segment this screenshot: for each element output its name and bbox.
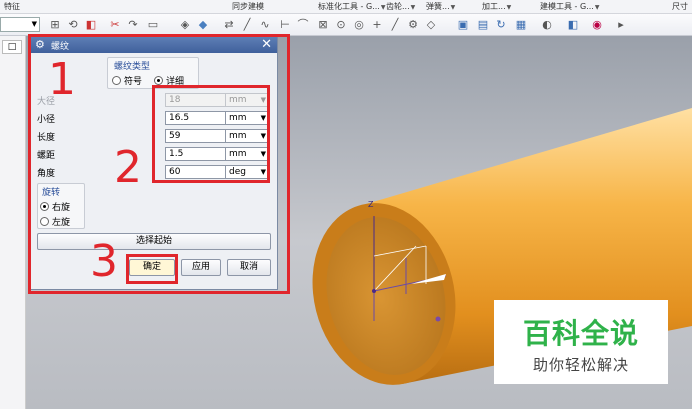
ribbon-label-standard-tools[interactable]: 标准化工具 - G...▼: [318, 1, 385, 12]
ribbon-label-gear[interactable]: 齿轮...▼: [386, 1, 415, 12]
block-icon[interactable]: ◆: [196, 18, 210, 32]
chevron-down-icon: ▼: [31, 20, 37, 28]
more-icon[interactable]: ▸: [614, 18, 628, 32]
boolean-icon[interactable]: ✂: [108, 18, 122, 32]
grid-icon[interactable]: ▦: [514, 18, 528, 32]
curve-icon[interactable]: ∿: [258, 18, 272, 32]
slash-icon[interactable]: ╱: [388, 18, 402, 32]
image-icon[interactable]: ▤: [476, 18, 490, 32]
toolbar-filter-dropdown[interactable]: ▼: [0, 17, 40, 32]
annotation-number-3: 3: [90, 236, 118, 287]
extrude-icon[interactable]: ⊞: [48, 18, 62, 32]
layer-icon[interactable]: ▣: [456, 18, 470, 32]
target-icon[interactable]: ◎: [352, 18, 366, 32]
annotation-number-1: 1: [48, 54, 76, 105]
plus-icon[interactable]: +: [370, 18, 384, 32]
left-resource-bar: □: [0, 36, 26, 409]
ribbon-label-dimension[interactable]: 尺寸: [672, 1, 688, 12]
render-icon[interactable]: ◐: [540, 18, 554, 32]
sync-move-icon[interactable]: ⇄: [222, 18, 236, 32]
hole-icon[interactable]: ◧: [84, 18, 98, 32]
gear-tool-icon[interactable]: ⚙: [406, 18, 420, 32]
watermark-subtitle: 助你轻松解决: [532, 356, 629, 374]
refresh-icon[interactable]: ↻: [494, 18, 508, 32]
ribbon-label-feature[interactable]: 特征: [4, 1, 20, 12]
toolbar: ▼ ⊞ ⟲ ◧ ✂ ↷ ▭ ◈ ◆ ⇄ ╱ ∿ ⊢ ⌒ ⊠ ⊙ ◎ + ╱ ⚙ …: [0, 14, 692, 36]
z-axis-label: Z: [368, 200, 374, 209]
watermark-logo: 百科全说 助你轻松解决: [494, 300, 668, 384]
ribbon-label-machining[interactable]: 加工...▼: [482, 1, 511, 12]
watermark-title: 百科全说: [522, 317, 639, 350]
annotation-ok-outline: [126, 254, 178, 284]
select-box-icon[interactable]: ▭: [146, 18, 160, 32]
view-icon[interactable]: ◇: [424, 18, 438, 32]
point-marker: [435, 316, 441, 322]
arc-icon[interactable]: ⌒: [296, 18, 310, 32]
trim-icon[interactable]: ⊢: [278, 18, 292, 32]
revolve-icon[interactable]: ⟲: [66, 18, 80, 32]
circle-icon[interactable]: ⊙: [334, 18, 348, 32]
origin-point: [372, 289, 376, 293]
shell-icon[interactable]: ◈: [178, 18, 192, 32]
annotation-params-outline: [152, 85, 270, 183]
annotation-number-2: 2: [114, 142, 142, 193]
navigator-tab[interactable]: □: [2, 40, 22, 54]
cube-icon[interactable]: ◧: [566, 18, 580, 32]
pattern-icon[interactable]: ⊠: [316, 18, 330, 32]
ribbon-label-sync-modeling[interactable]: 同步建模: [232, 1, 264, 12]
line-icon[interactable]: ╱: [240, 18, 254, 32]
ribbon-label-spring[interactable]: 弹簧...▼: [426, 1, 455, 12]
blend-icon[interactable]: ↷: [126, 18, 140, 32]
ribbon-label-modeling-tools[interactable]: 建模工具 - G...▼: [540, 1, 599, 12]
ribbon-group-labels: 特征 同步建模 标准化工具 - G...▼ 齿轮...▼ 弹簧...▼ 加工..…: [0, 0, 692, 14]
color-icon[interactable]: ◉: [590, 18, 604, 32]
